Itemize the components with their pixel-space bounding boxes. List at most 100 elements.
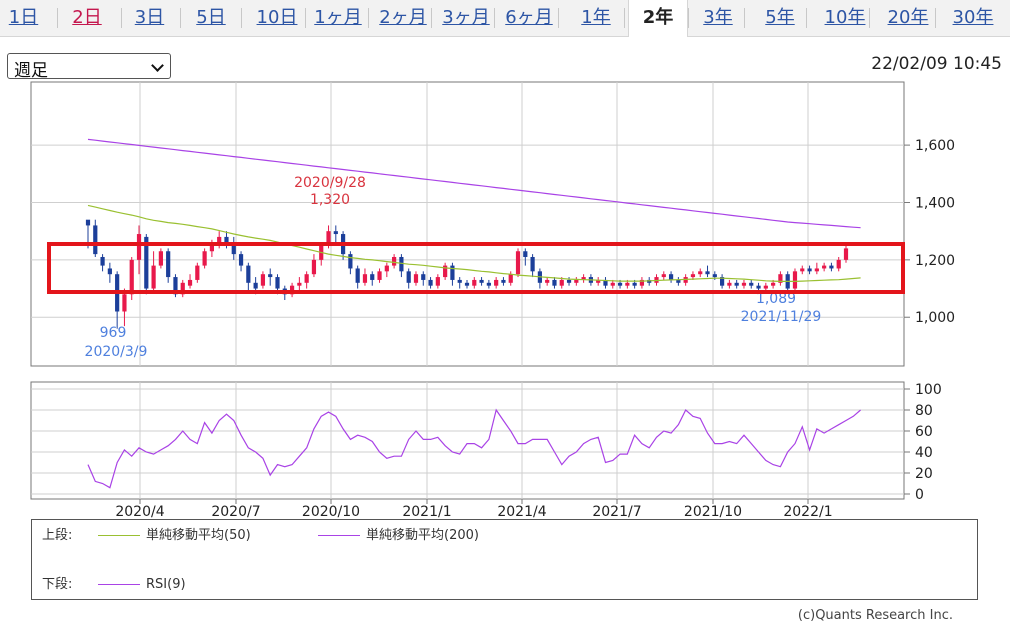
candle-body — [829, 265, 834, 269]
candle-body — [617, 282, 623, 286]
x-tick-label: 2021/7 — [592, 504, 641, 520]
candle-body — [668, 274, 674, 280]
candle-body — [413, 274, 419, 283]
candle-body — [151, 265, 156, 289]
candle-body — [494, 279, 499, 286]
candle-body — [253, 282, 258, 289]
rsi-y-tick-label: 80 — [915, 403, 933, 419]
legend-sma200-label: 単純移動平均(200) — [366, 528, 479, 543]
candle-body — [552, 279, 557, 286]
candle-body — [450, 265, 455, 280]
x-tick-label: 2020/4 — [115, 504, 164, 520]
candle-body — [705, 271, 710, 275]
candle-body — [304, 274, 309, 283]
y-tick-label: 1,400 — [915, 195, 955, 211]
candle-body — [399, 256, 404, 272]
candle-body — [355, 268, 360, 283]
candle-body — [727, 282, 732, 286]
candle-body — [661, 274, 666, 278]
candle-body — [275, 277, 280, 289]
x-tick-label: 2021/4 — [497, 504, 546, 520]
candle-body — [107, 268, 112, 275]
candle-body — [479, 279, 484, 283]
candle-body — [625, 282, 630, 286]
y-tick-label: 1,600 — [915, 138, 955, 154]
candle-body — [632, 282, 637, 286]
legend-upper-label: 上段: — [42, 528, 73, 543]
candle-body — [734, 282, 739, 286]
candle-body — [530, 256, 535, 272]
annotation-high-date: 2020/9/28 — [294, 175, 366, 191]
legend-sma50-swatch — [98, 535, 140, 536]
legend-rsi-swatch — [98, 584, 140, 585]
candle-body — [559, 279, 564, 286]
annotation-low-price: 969 — [100, 325, 127, 341]
rsi-y-tick-label: 40 — [915, 445, 933, 461]
candle-body — [217, 236, 222, 243]
candle-body — [435, 277, 440, 286]
candle-body — [814, 268, 819, 272]
candle-body — [260, 274, 266, 286]
candle-body — [756, 285, 761, 289]
candle-body — [676, 279, 681, 283]
candle-body — [501, 279, 506, 283]
candle-body — [486, 282, 491, 286]
candle-body — [523, 251, 528, 257]
x-tick-label: 2022/1 — [783, 504, 832, 520]
candle-body — [166, 251, 171, 278]
candle-body — [297, 282, 302, 286]
candle-body — [333, 231, 338, 235]
candle-body — [202, 251, 207, 266]
candle-body — [472, 279, 477, 286]
candle-body — [807, 268, 812, 272]
y-tick-label: 1,000 — [915, 310, 955, 326]
candle-body — [822, 265, 827, 269]
candle-body — [792, 271, 798, 289]
x-tick-label: 2020/7 — [211, 504, 260, 520]
candle-body — [610, 282, 615, 286]
candle-body — [311, 259, 317, 275]
candle-body — [384, 265, 389, 272]
candle-body — [246, 265, 251, 283]
candle-body — [843, 248, 849, 260]
candle-body — [100, 256, 105, 266]
candle-body — [712, 274, 717, 278]
candle-body — [362, 274, 368, 283]
candle-body — [122, 294, 127, 312]
rsi-y-tick-label: 20 — [915, 466, 933, 482]
annotation-low-date: 2020/3/9 — [85, 344, 148, 360]
rsi-y-tick-label: 100 — [915, 382, 942, 398]
legend-rsi-label: RSI(9) — [146, 577, 186, 592]
candle-body — [370, 274, 375, 280]
candle-body — [136, 234, 142, 260]
candle-body — [158, 251, 163, 266]
annotation-low2-date: 2021/11/29 — [741, 309, 822, 325]
legend-lower-label: 下段: — [42, 577, 73, 592]
candle-body — [836, 259, 841, 269]
x-tick-label: 2020/10 — [302, 504, 360, 520]
candle-body — [428, 279, 433, 286]
candle-body — [348, 254, 353, 269]
x-tick-label: 2021/1 — [402, 504, 451, 520]
candle-body — [508, 274, 513, 283]
x-tick-label: 2021/10 — [684, 504, 742, 520]
candle-body — [690, 274, 696, 278]
candle-body — [749, 282, 754, 286]
candle-body — [574, 279, 579, 283]
lower-plot-frame — [30, 381, 905, 500]
candle-body — [187, 279, 193, 286]
candle-body — [457, 279, 462, 283]
candle-body — [93, 225, 98, 255]
rsi-y-tick-label: 0 — [915, 487, 924, 503]
legend-sma200-swatch — [318, 535, 360, 536]
copyright: (c)Quants Research Inc. — [797, 608, 953, 623]
y-tick-label: 1,200 — [915, 253, 955, 269]
candle-body — [741, 282, 747, 286]
annotation-high-price: 1,320 — [310, 192, 350, 208]
candle-body — [421, 274, 426, 280]
candle-body — [238, 254, 244, 266]
candle-body — [566, 279, 572, 283]
rsi-y-tick-label: 60 — [915, 424, 933, 440]
candle-body — [698, 271, 703, 275]
chart-legend: 上段: 単純移動平均(50) 単純移動平均(200) 下段: RSI(9) — [31, 519, 978, 600]
